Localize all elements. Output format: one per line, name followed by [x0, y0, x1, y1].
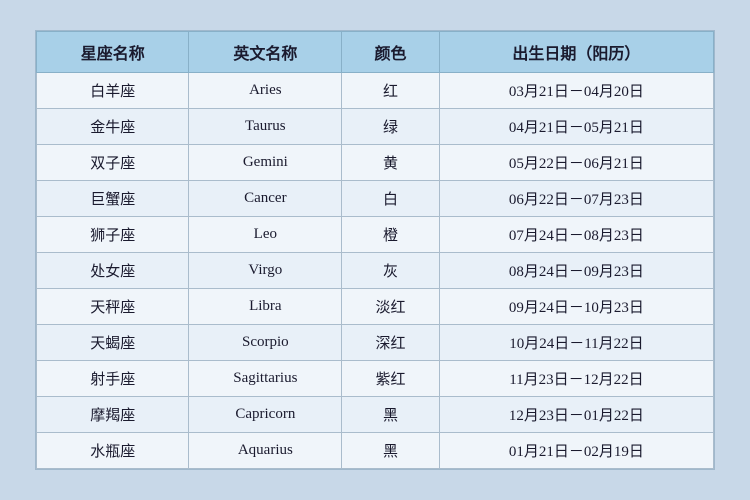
table-row: 双子座Gemini黄05月22日－06月21日: [37, 145, 714, 181]
cell-english-name: Libra: [189, 289, 342, 325]
table-row: 天秤座Libra淡红09月24日－10月23日: [37, 289, 714, 325]
cell-english-name: Gemini: [189, 145, 342, 181]
cell-english-name: Aries: [189, 73, 342, 109]
cell-english-name: Sagittarius: [189, 361, 342, 397]
header-birth-date: 出生日期（阳历）: [439, 32, 713, 73]
cell-chinese-name: 摩羯座: [37, 397, 189, 433]
cell-english-name: Leo: [189, 217, 342, 253]
table-row: 摩羯座Capricorn黑12月23日－01月22日: [37, 397, 714, 433]
cell-dates: 03月21日－04月20日: [439, 73, 713, 109]
cell-color: 黑: [342, 397, 440, 433]
cell-chinese-name: 白羊座: [37, 73, 189, 109]
table-row: 狮子座Leo橙07月24日－08月23日: [37, 217, 714, 253]
cell-english-name: Virgo: [189, 253, 342, 289]
table-row: 射手座Sagittarius紫红11月23日－12月22日: [37, 361, 714, 397]
cell-english-name: Aquarius: [189, 433, 342, 469]
cell-chinese-name: 天蝎座: [37, 325, 189, 361]
cell-color: 白: [342, 181, 440, 217]
cell-dates: 10月24日－11月22日: [439, 325, 713, 361]
cell-chinese-name: 处女座: [37, 253, 189, 289]
cell-dates: 05月22日－06月21日: [439, 145, 713, 181]
cell-color: 黄: [342, 145, 440, 181]
cell-chinese-name: 射手座: [37, 361, 189, 397]
cell-chinese-name: 狮子座: [37, 217, 189, 253]
cell-chinese-name: 巨蟹座: [37, 181, 189, 217]
zodiac-table-container: 星座名称 英文名称 颜色 出生日期（阳历） 白羊座Aries红03月21日－04…: [35, 30, 715, 470]
table-row: 金牛座Taurus绿04月21日－05月21日: [37, 109, 714, 145]
cell-color: 橙: [342, 217, 440, 253]
cell-chinese-name: 金牛座: [37, 109, 189, 145]
zodiac-table: 星座名称 英文名称 颜色 出生日期（阳历） 白羊座Aries红03月21日－04…: [36, 31, 714, 469]
header-english-name: 英文名称: [189, 32, 342, 73]
table-row: 水瓶座Aquarius黑01月21日－02月19日: [37, 433, 714, 469]
table-row: 处女座Virgo灰08月24日－09月23日: [37, 253, 714, 289]
cell-dates: 11月23日－12月22日: [439, 361, 713, 397]
table-row: 白羊座Aries红03月21日－04月20日: [37, 73, 714, 109]
cell-dates: 04月21日－05月21日: [439, 109, 713, 145]
cell-dates: 09月24日－10月23日: [439, 289, 713, 325]
cell-chinese-name: 天秤座: [37, 289, 189, 325]
cell-color: 绿: [342, 109, 440, 145]
cell-dates: 07月24日－08月23日: [439, 217, 713, 253]
cell-color: 红: [342, 73, 440, 109]
cell-dates: 12月23日－01月22日: [439, 397, 713, 433]
cell-dates: 06月22日－07月23日: [439, 181, 713, 217]
cell-color: 灰: [342, 253, 440, 289]
table-row: 巨蟹座Cancer白06月22日－07月23日: [37, 181, 714, 217]
cell-english-name: Taurus: [189, 109, 342, 145]
cell-color: 黑: [342, 433, 440, 469]
cell-chinese-name: 双子座: [37, 145, 189, 181]
cell-color: 深红: [342, 325, 440, 361]
cell-color: 紫红: [342, 361, 440, 397]
cell-dates: 01月21日－02月19日: [439, 433, 713, 469]
header-color: 颜色: [342, 32, 440, 73]
cell-english-name: Scorpio: [189, 325, 342, 361]
cell-color: 淡红: [342, 289, 440, 325]
cell-english-name: Capricorn: [189, 397, 342, 433]
cell-dates: 08月24日－09月23日: [439, 253, 713, 289]
cell-chinese-name: 水瓶座: [37, 433, 189, 469]
table-row: 天蝎座Scorpio深红10月24日－11月22日: [37, 325, 714, 361]
table-header-row: 星座名称 英文名称 颜色 出生日期（阳历）: [37, 32, 714, 73]
header-chinese-name: 星座名称: [37, 32, 189, 73]
cell-english-name: Cancer: [189, 181, 342, 217]
